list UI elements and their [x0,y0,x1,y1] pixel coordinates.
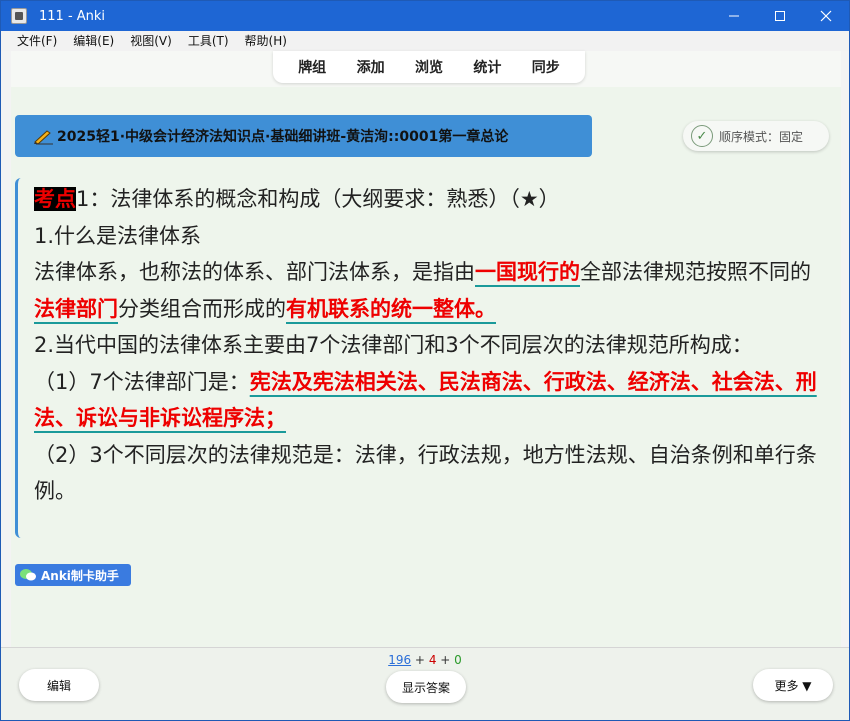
pencil-icon [34,130,53,145]
p1-highlight-d: 法律部门 [34,296,118,321]
anki-helper-button[interactable]: Anki制卡助手 [15,564,131,586]
anki-window: 111 - Anki 文件(F) 编辑(E) 视图(V) 工具(T) 帮助(H)… [0,0,850,721]
p1-text-e: 分类组合而形成的 [118,296,286,321]
p1-highlight-b: 一国现行的 [475,260,580,284]
card-title: 1：法律体系的概念和构成（大纲要求：熟悉）（★） [76,187,560,211]
card-area: 2025轻1·中级会计经济法知识点·基础细讲班-黄洁洵::0001第一章总论 ✓… [11,87,841,607]
check-icon: ✓ [691,125,713,147]
menu-view[interactable]: 视图(V) [122,31,180,51]
toolbar-add[interactable]: 添加 [351,57,391,77]
count-separator: + [414,653,425,667]
new-count[interactable]: 196 [388,653,411,667]
kaodian-tag: 考点 [34,187,76,211]
anki-app-icon [11,8,27,24]
count-separator: + [440,653,451,667]
paragraph-1: 法律体系，也称法的体系、部门法体系，是指由一国现行的全部法律规范按照不同的法律部… [34,254,830,327]
menu-file[interactable]: 文件(F) [9,31,65,51]
menu-edit[interactable]: 编辑(E) [65,31,122,51]
due-counts: 196 + 4 + 0 [1,653,849,667]
deck-banner: 2025轻1·中级会计经济法知识点·基础细讲班-黄洁洵::0001第一章总论 [15,115,592,157]
menu-help[interactable]: 帮助(H) [237,31,295,51]
learn-count: 4 [428,653,437,667]
minimize-button[interactable] [711,1,757,31]
deck-name: 2025轻1·中级会计经济法知识点·基础细讲班-黄洁洵::0001第一章总论 [57,129,509,145]
toolbar-decks[interactable]: 牌组 [292,57,332,77]
minimize-icon [729,15,739,17]
order-mode-label: 顺序模式：固定 [719,129,804,144]
close-button[interactable] [803,1,849,31]
toolbar-area: 牌组 添加 浏览 统计 同步 [11,51,841,87]
toolbar-browse[interactable]: 浏览 [409,57,449,77]
left-edge [1,51,11,647]
wechat-icon [20,569,36,581]
window-title: 111 - Anki [39,8,106,24]
title-bar[interactable]: 111 - Anki [1,1,849,31]
close-icon [820,10,832,22]
window-controls [711,1,849,31]
show-answer-button[interactable]: 显示答案 [386,671,466,703]
main-toolbar: 牌组 添加 浏览 统计 同步 [273,51,585,83]
p1-text-a: 法律体系，也称法的体系、部门法体系，是指由 [34,260,475,284]
bottom-bar: 196 + 4 + 0 编辑 显示答案 更多 ▼ [1,647,849,720]
menu-bar: 文件(F) 编辑(E) 视图(V) 工具(T) 帮助(H) [1,31,849,51]
more-button[interactable]: 更多 ▼ [753,669,833,701]
right-edge [841,51,849,647]
order-mode-toggle[interactable]: ✓ 顺序模式：固定 [683,121,829,151]
maximize-button[interactable] [757,1,803,31]
p1-text-c: 全部法律规范按照不同的 [580,260,811,284]
p1-highlight-f: 有机联系的统一整体。 [286,296,496,321]
edit-button[interactable]: 编辑 [19,669,99,701]
paragraph-2: （1）7个法律部门是：宪法及宪法相关法、民法商法、行政法、经济法、社会法、刑法、… [34,364,830,437]
anki-helper-label: Anki制卡助手 [41,568,119,583]
menu-tools[interactable]: 工具(T) [180,31,237,51]
review-count: 0 [454,653,462,667]
toolbar-sync[interactable]: 同步 [526,57,566,77]
section-heading-1: 1.什么是法律体系 [34,223,202,248]
p2-text-a: （1）7个法律部门是： [34,369,250,394]
maximize-icon [775,11,785,21]
paragraph-3: （2）3个不同层次的法律规范是：法律，行政法规，地方性法规、自治条例和单行条例。 [34,442,817,504]
card-content: 考点1：法律体系的概念和构成（大纲要求：熟悉）（★） 1.什么是法律体系 法律体… [15,178,830,538]
section-heading-2: 2.当代中国的法律体系主要由7个法律部门和3个不同层次的法律规范所构成： [34,333,753,357]
card-title-line: 考点1：法律体系的概念和构成（大纲要求：熟悉）（★） [34,181,830,218]
toolbar-stats[interactable]: 统计 [467,57,507,77]
